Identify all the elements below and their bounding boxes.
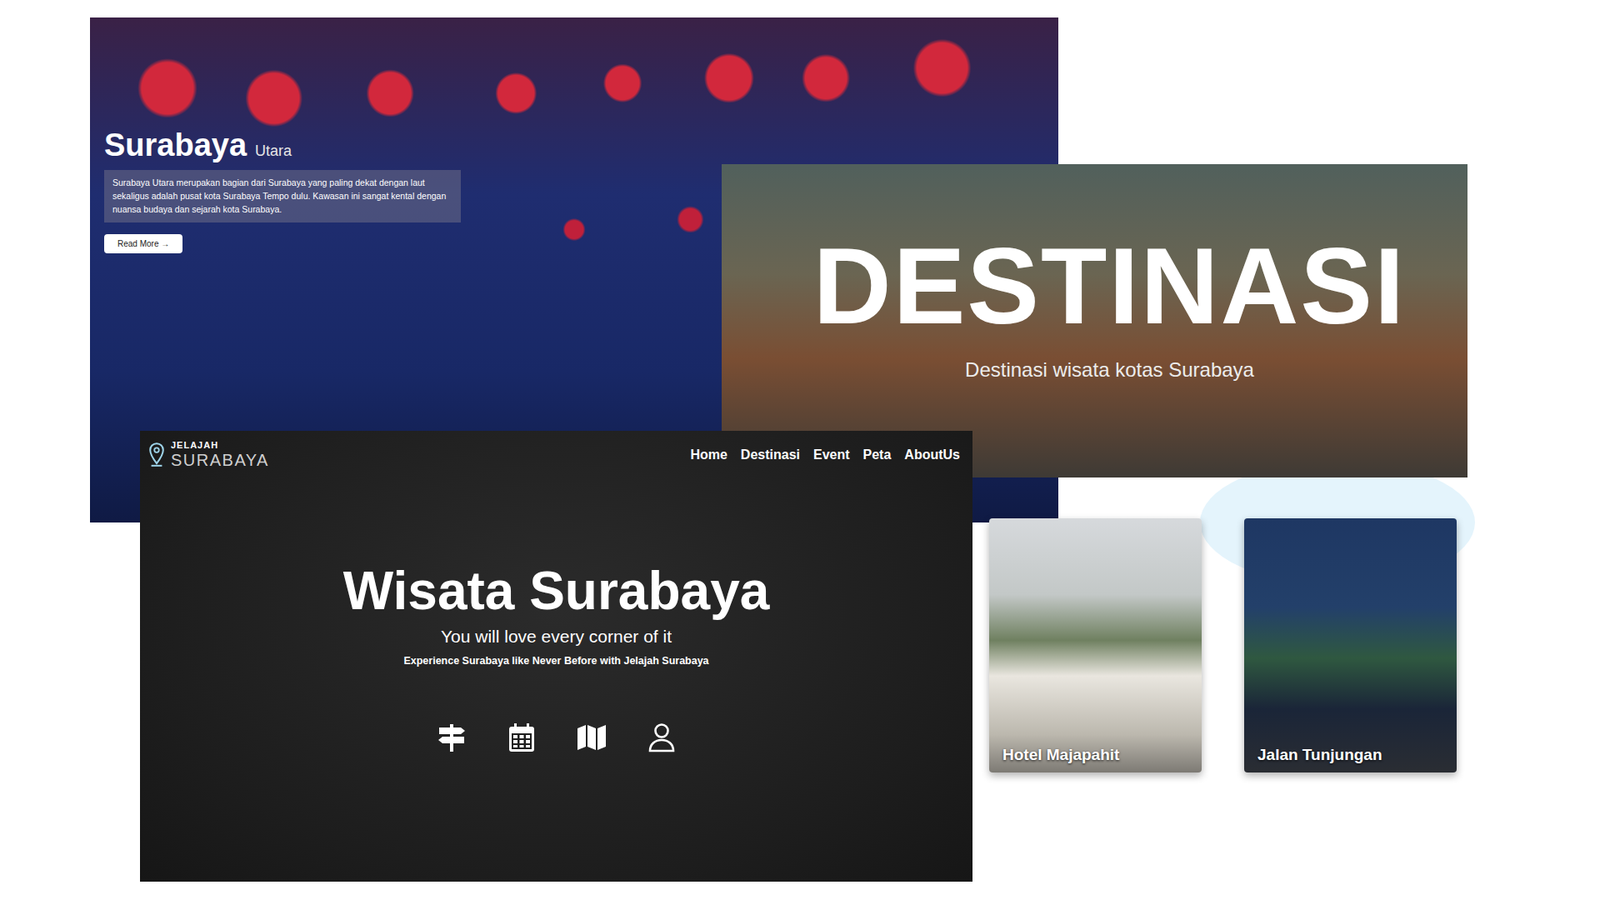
read-more-button[interactable]: Read More → [104, 234, 183, 254]
logo[interactable]: JELAJAHSURABAYA [147, 440, 270, 469]
card-label: Hotel Majapahit [1002, 745, 1120, 765]
user-icon[interactable] [645, 721, 678, 754]
nav-item[interactable]: AboutUs [904, 447, 960, 463]
nav-item[interactable]: Event [813, 447, 850, 463]
calendar-icon[interactable] [505, 721, 538, 754]
hero-tagline: You will love every corner of it [440, 626, 672, 647]
navbar: JELAJAHSURABAYA Home Destinasi Event Peta Abo… [140, 430, 973, 469]
north-title: Surabaya Utara [104, 127, 1059, 164]
logo-bottom-text: SURABAYA [170, 451, 270, 469]
location-pin-icon [147, 441, 166, 469]
map-icon[interactable] [575, 721, 608, 754]
destination-subtitle: Destinasi wisata kotas Surabaya [965, 358, 1255, 382]
hero-subtitle: Experience Surabaya like Never Before wi… [403, 655, 709, 667]
north-title-text: Surabaya [104, 127, 247, 164]
nav-item[interactable]: Peta [863, 447, 892, 463]
collage-canvas: Surabaya Utara Surabaya Utara merupakan ba… [0, 0, 1600, 900]
nav-item[interactable]: Destinasi [740, 447, 800, 463]
destination-title: DESTINASI [813, 231, 1406, 340]
hero-icons [435, 721, 678, 754]
destination-card[interactable]: Jalan Tunjungan [1244, 518, 1457, 773]
card-label: Jalan Tunjungan [1257, 745, 1383, 765]
north-subtitle: Utara [255, 142, 292, 160]
nav-menu: Home Destinasi Event Peta AboutUs [690, 447, 960, 463]
signpost-icon[interactable] [435, 721, 468, 754]
nav-item[interactable]: Home [690, 447, 727, 463]
destination-card[interactable]: Hotel Majapahit [989, 518, 1202, 773]
logo-top-text: JELAJAH [170, 440, 270, 450]
north-description: Surabaya Utara merupakan bagian dari Sur… [104, 170, 461, 223]
home-hero-panel: JELAJAHSURABAYA Home Destinasi Event Peta Abo… [140, 430, 973, 882]
hero-title: Wisata Surabaya [343, 561, 770, 620]
hero: Wisata Surabaya You will love every corne… [140, 468, 973, 754]
destination-cards: Hotel Majapahit Jalan Tunjungan [989, 518, 1457, 773]
logo-text: JELAJAHSURABAYA [170, 440, 270, 469]
